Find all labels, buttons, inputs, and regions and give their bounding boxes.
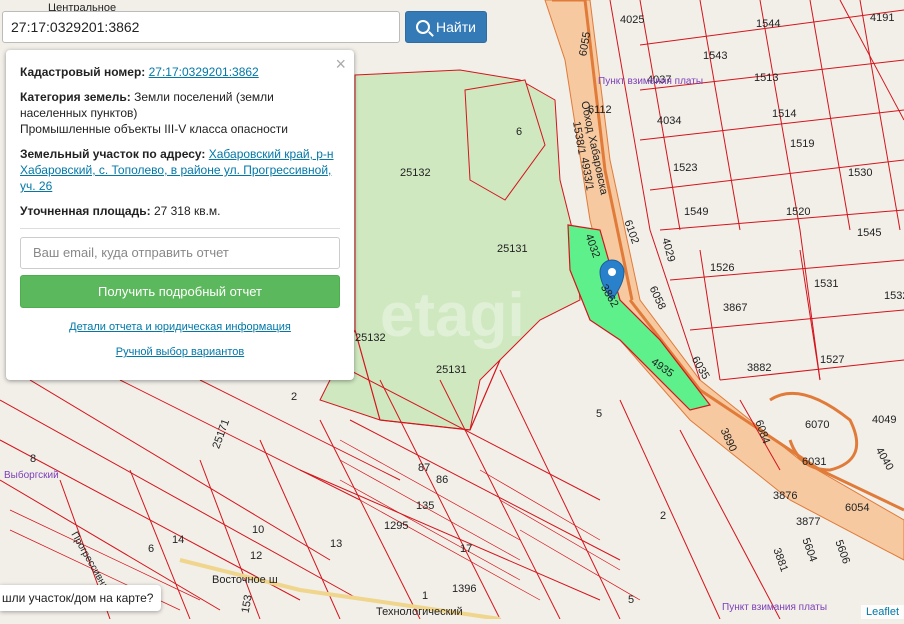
manual-selection-link[interactable]: Ручной выбор вариантов (20, 346, 340, 358)
parcel-label: 1545 (857, 227, 882, 239)
parcel-label: 1396 (452, 583, 477, 595)
address-label: Земельный участок по адресу: (20, 147, 206, 161)
parcel-label: 1532 (884, 290, 904, 302)
parcel-label: 1543 (703, 50, 728, 62)
cadastral-label: Кадастровый номер: (20, 65, 146, 79)
parcel-label: 4025 (620, 14, 645, 26)
parcel-label: 1527 (820, 354, 845, 366)
parcel-label: 3876 (773, 490, 798, 502)
parcel-label: 1295 (384, 520, 409, 532)
area-value: 27 318 кв.м. (153, 204, 221, 218)
parcel-label: 1530 (848, 167, 873, 179)
parcel-label: 6031 (802, 456, 827, 468)
parcel-label: 1514 (772, 108, 797, 120)
parcel-label: 4191 (870, 12, 895, 24)
parcel-label: 12 (250, 550, 263, 562)
parcel-label: 8 (30, 453, 37, 465)
street-label: Технологический (376, 606, 463, 618)
parcel-label: 1513 (754, 72, 779, 84)
watermark: etagi (380, 281, 525, 350)
parcel-label: 25131 (436, 364, 467, 376)
parcel-label: 1 (422, 590, 429, 602)
area-label: Уточненная площадь: (20, 204, 151, 218)
search-button[interactable]: Найти (405, 11, 487, 43)
area-row: Уточненная площадь: 27 318 кв.м. (20, 203, 340, 219)
parcel-label: 6 (148, 543, 155, 555)
parcel-label: 2 (660, 510, 667, 522)
parcel-label: 6070 (805, 419, 830, 431)
parcel-label: 1544 (756, 18, 781, 30)
parcel-label: 3882 (747, 362, 772, 374)
parcel-label: 135 (416, 500, 435, 512)
parcel-label: 1519 (790, 138, 815, 150)
email-field[interactable]: Ваш email, куда отправить отчет (20, 237, 340, 269)
parcel-label: 6054 (845, 502, 870, 514)
parcel-label: 13 (330, 538, 343, 550)
poi-toll[interactable]: Пункт взимания платы (598, 76, 703, 87)
parcel-label: 1549 (684, 206, 709, 218)
parcel-label: 2 (291, 391, 298, 403)
parcel-label: 4034 (657, 115, 682, 127)
leaflet-attribution[interactable]: Leaflet (860, 605, 904, 619)
parcel-label: 5 (596, 408, 603, 420)
close-icon[interactable]: × (335, 54, 346, 75)
parcel-info-panel: × Кадастровый номер: 27:17:0329201:3862 … (6, 50, 354, 380)
parcel-label: 10 (252, 524, 265, 536)
parcel-label: 3867 (723, 302, 748, 314)
search-button-label: Найти (436, 19, 476, 35)
parcel-label: 25132 (400, 167, 431, 179)
poi-toll[interactable]: Пункт взимания платы (722, 602, 827, 613)
cadastral-link[interactable]: 27:17:0329201:3862 (149, 65, 259, 79)
parcel-label: 87 (418, 462, 431, 474)
panel-divider (20, 228, 340, 229)
report-details-link[interactable]: Детали отчета и юридическая информация (20, 321, 340, 333)
cadastral-row: Кадастровый номер: 27:17:0329201:3862 (20, 64, 340, 80)
poi-label[interactable]: Выборгский (4, 470, 59, 481)
parcel-label: 14 (172, 534, 185, 546)
parcel-label: 3877 (796, 516, 821, 528)
parcel-label: 5 (628, 594, 635, 606)
street-label: Восточное ш (212, 574, 278, 586)
category-row: Категория земель: Земли поселений (земли… (20, 89, 340, 137)
category-extra: Промышленные объекты III-V класса опасно… (20, 122, 288, 136)
parcel-label: 1520 (786, 206, 811, 218)
parcel-label: 86 (436, 474, 449, 486)
parcel-label: 25132 (355, 332, 386, 344)
find-parcel-prompt[interactable]: шли участок/дом на карте? (0, 585, 162, 611)
search-icon (416, 20, 431, 34)
address-row: Земельный участок по адресу: Хабаровский… (20, 146, 340, 194)
category-label: Категория земель: (20, 90, 131, 104)
parcel-label: 4049 (872, 414, 897, 426)
search-input[interactable]: 27:17:0329201:3862 (2, 11, 400, 43)
parcel-label: 1531 (814, 278, 839, 290)
parcel-label: 17 (460, 543, 473, 555)
parcel-label: 25131 (497, 243, 528, 255)
parcel-label: 1526 (710, 262, 735, 274)
parcel-label: 1523 (673, 162, 698, 174)
get-report-button[interactable]: Получить подробный отчет (20, 275, 340, 308)
parcel-label: 6 (516, 126, 523, 138)
